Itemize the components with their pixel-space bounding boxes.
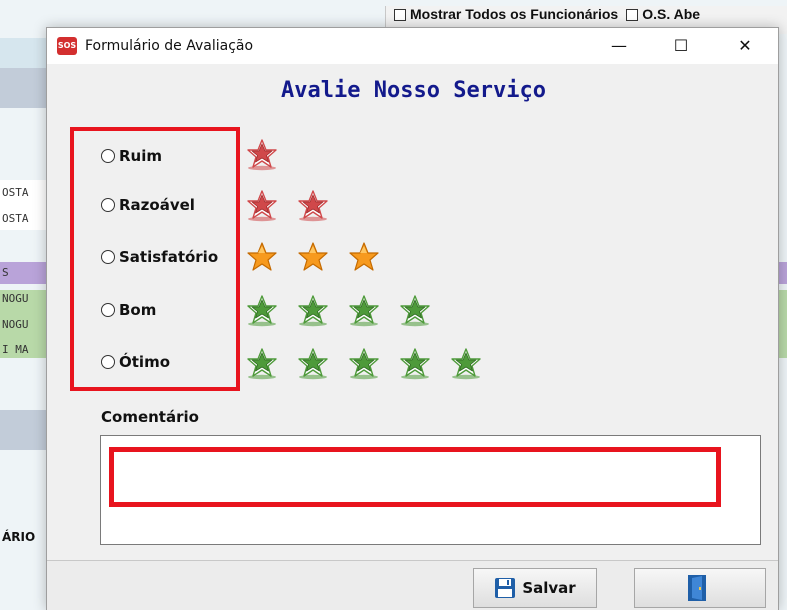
rating-option-ruim[interactable]: Ruim xyxy=(101,145,162,167)
bg-row-text: I MA xyxy=(2,343,29,356)
comment-label: Comentário xyxy=(101,408,199,426)
radio-button[interactable] xyxy=(101,198,115,212)
rating-option-razoavel[interactable]: Razoável xyxy=(101,194,195,216)
comment-input[interactable] xyxy=(109,447,721,507)
rating-option-satisfatorio[interactable]: Satisfatório xyxy=(101,246,218,268)
bg-checkbox-2[interactable] xyxy=(626,9,639,22)
radio-button[interactable] xyxy=(101,303,115,317)
rating-label: Satisfatório xyxy=(119,248,219,266)
radio-button[interactable] xyxy=(101,355,115,369)
comment-panel xyxy=(100,435,761,545)
exit-button[interactable] xyxy=(634,568,766,608)
bg-row-text: OSTA xyxy=(2,186,29,199)
exit-door-icon xyxy=(687,573,713,603)
star-icon xyxy=(245,293,279,327)
bg-row-text: NOGU xyxy=(2,292,29,305)
close-button[interactable]: ✕ xyxy=(722,28,768,64)
star-icon xyxy=(347,346,381,380)
bg-toolbar-label: Mostrar Todos os Funcionários xyxy=(410,6,619,22)
evaluation-dialog: SOS Formulário de Avaliação — ☐ ✕ Avalie… xyxy=(46,27,779,610)
rating-option-otimo[interactable]: Ótimo xyxy=(101,351,170,373)
bg-row-text: OSTA xyxy=(2,212,29,225)
window-title: Formulário de Avaliação xyxy=(85,38,254,54)
floppy-disk-icon xyxy=(494,577,522,599)
save-label: Salvar xyxy=(522,579,576,597)
star-icon xyxy=(296,188,330,222)
stars-row-razoavel xyxy=(245,188,347,222)
star-icon xyxy=(296,240,330,274)
bg-label: ÁRIO xyxy=(2,530,36,544)
minimize-button[interactable]: — xyxy=(596,28,642,64)
star-icon xyxy=(398,346,432,380)
star-icon xyxy=(245,137,279,171)
rating-label: Bom xyxy=(119,301,157,319)
stars-row-otimo xyxy=(245,346,500,380)
bg-row-text: S xyxy=(2,266,9,279)
stars-row-satisfatorio xyxy=(245,240,398,274)
stars-row-ruim xyxy=(245,137,296,171)
star-icon xyxy=(296,293,330,327)
stars-row-bom xyxy=(245,293,449,327)
bg-right-green xyxy=(778,290,787,358)
rating-label: Ótimo xyxy=(119,353,170,371)
save-button[interactable]: Salvar xyxy=(473,568,597,608)
star-icon xyxy=(245,188,279,222)
form-heading: Avalie Nosso Serviço xyxy=(281,78,546,103)
maximize-button[interactable]: ☐ xyxy=(658,28,704,64)
app-icon: SOS xyxy=(57,37,77,55)
button-bar: Salvar xyxy=(47,560,778,610)
star-icon xyxy=(296,346,330,380)
rating-option-bom[interactable]: Bom xyxy=(101,299,156,321)
radio-button[interactable] xyxy=(101,250,115,264)
star-icon xyxy=(449,346,483,380)
bg-row-text: NOGU xyxy=(2,318,29,331)
star-icon xyxy=(398,293,432,327)
bg-right-selected xyxy=(778,262,787,284)
star-icon xyxy=(245,346,279,380)
rating-label: Ruim xyxy=(119,147,163,165)
star-icon xyxy=(245,240,279,274)
title-bar[interactable]: SOS Formulário de Avaliação — ☐ ✕ xyxy=(47,28,778,64)
star-icon xyxy=(347,240,381,274)
bg-checkbox[interactable] xyxy=(394,9,406,22)
rating-label: Razoável xyxy=(119,196,195,214)
radio-button[interactable] xyxy=(101,149,115,163)
bg-toolbar-label-2: O.S. Abe xyxy=(642,6,701,22)
star-icon xyxy=(347,293,381,327)
